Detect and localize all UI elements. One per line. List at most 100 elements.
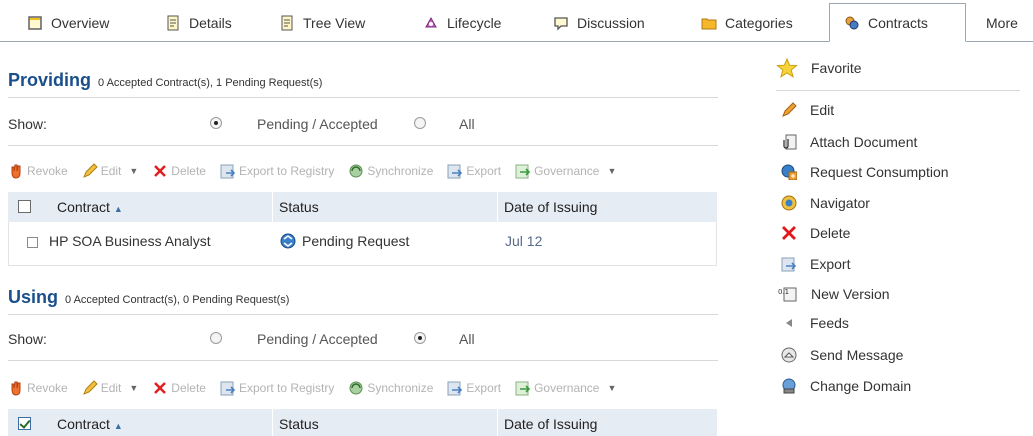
action-label: Navigator bbox=[810, 195, 870, 211]
tab-overview[interactable]: Overview bbox=[27, 4, 109, 41]
tree-view-icon bbox=[279, 15, 295, 31]
delete-x-icon bbox=[152, 163, 168, 179]
action-new-version[interactable]: 0.1 New Version bbox=[778, 286, 890, 302]
providing-toolbar: Revoke Edit ▼ Delete Export to Registry … bbox=[8, 158, 630, 184]
caret-down-icon: ▼ bbox=[607, 166, 617, 176]
export-to-registry-icon bbox=[220, 380, 236, 396]
tab-label: Details bbox=[189, 14, 232, 31]
toolbar-label: Edit bbox=[100, 381, 122, 395]
select-all-checkbox[interactable] bbox=[18, 200, 31, 213]
synchronize-button[interactable]: Synchronize bbox=[348, 163, 433, 179]
action-navigator[interactable]: Navigator bbox=[781, 195, 870, 211]
change-domain-icon bbox=[781, 378, 797, 394]
divider bbox=[8, 314, 718, 315]
radio-all[interactable] bbox=[414, 117, 426, 129]
tab-label: More bbox=[986, 14, 1018, 31]
export-to-registry-button[interactable]: Export to Registry bbox=[220, 380, 334, 396]
action-favorite[interactable]: Favorite bbox=[776, 57, 862, 78]
action-feeds[interactable]: Feeds bbox=[781, 315, 849, 331]
tab-lifecycle[interactable]: Lifecycle bbox=[423, 4, 501, 41]
sort-ascending-icon: ▲ bbox=[113, 421, 123, 431]
governance-icon bbox=[515, 163, 531, 179]
section-title: Using bbox=[8, 287, 59, 307]
column-date-of-issuing[interactable]: Date of Issuing bbox=[504, 416, 597, 432]
column-contract[interactable]: Contract ▲ bbox=[57, 416, 123, 432]
synchronize-button[interactable]: Synchronize bbox=[348, 380, 433, 396]
export-to-registry-icon bbox=[220, 163, 236, 179]
action-change-domain[interactable]: Change Domain bbox=[781, 378, 911, 394]
toolbar-label: Export to Registry bbox=[238, 381, 335, 395]
delete-button[interactable]: Delete bbox=[152, 380, 206, 396]
action-delete[interactable]: Delete bbox=[781, 225, 850, 241]
svg-text:0.1: 0.1 bbox=[778, 288, 789, 296]
toolbar-label: Revoke bbox=[27, 381, 68, 395]
date-cell: Jul 12 bbox=[505, 233, 543, 249]
column-status[interactable]: Status bbox=[279, 199, 319, 215]
revoke-button[interactable]: Revoke bbox=[8, 163, 68, 179]
revoke-button[interactable]: Revoke bbox=[8, 380, 68, 396]
export-button[interactable]: Export bbox=[447, 380, 501, 396]
option-all-label: All bbox=[459, 116, 475, 132]
radio-all[interactable] bbox=[414, 332, 426, 344]
column-separator bbox=[272, 409, 273, 436]
edit-dropdown-button[interactable]: Edit ▼ bbox=[82, 163, 139, 179]
toolbar-label: Governance bbox=[534, 381, 600, 395]
pencil-icon bbox=[781, 102, 797, 118]
divider bbox=[776, 90, 1020, 91]
toolbar-label: Governance bbox=[534, 164, 600, 178]
radio-pending-accepted[interactable] bbox=[210, 332, 222, 344]
edit-dropdown-button[interactable]: Edit ▼ bbox=[82, 380, 139, 396]
governance-dropdown-button[interactable]: Governance ▼ bbox=[515, 163, 616, 179]
tab-more[interactable]: More bbox=[986, 4, 1018, 41]
feeds-icon bbox=[781, 315, 797, 331]
radio-pending-accepted[interactable] bbox=[210, 117, 222, 129]
action-label: Delete bbox=[810, 225, 851, 241]
toolbar-label: Synchronize bbox=[367, 381, 434, 395]
request-consumption-icon bbox=[781, 164, 798, 181]
pencil-icon bbox=[82, 380, 98, 396]
action-export[interactable]: Export bbox=[781, 256, 850, 272]
governance-dropdown-button[interactable]: Governance ▼ bbox=[515, 380, 616, 396]
column-separator bbox=[497, 409, 498, 436]
export-to-registry-button[interactable]: Export to Registry bbox=[220, 163, 334, 179]
sort-ascending-icon: ▲ bbox=[113, 204, 123, 214]
action-request-consumption[interactable]: Request Consumption bbox=[781, 164, 949, 181]
export-button[interactable]: Export bbox=[447, 163, 501, 179]
action-label: Export bbox=[810, 256, 851, 272]
table-row[interactable]: HP SOA Business Analyst Pending Request … bbox=[8, 222, 717, 266]
column-contract[interactable]: Contract ▲ bbox=[57, 199, 123, 215]
column-status[interactable]: Status bbox=[279, 416, 319, 432]
delete-button[interactable]: Delete bbox=[152, 163, 206, 179]
action-attach-document[interactable]: Attach Document bbox=[781, 134, 917, 150]
toolbar-label: Revoke bbox=[27, 164, 68, 178]
caret-down-icon: ▼ bbox=[129, 383, 139, 393]
column-date-of-issuing[interactable]: Date of Issuing bbox=[504, 199, 597, 215]
synchronize-icon bbox=[348, 163, 364, 179]
select-all-checkbox[interactable] bbox=[18, 417, 31, 430]
providing-show-filter: Show: Pending / Accepted All bbox=[8, 112, 718, 138]
action-send-message[interactable]: Send Message bbox=[781, 347, 903, 363]
caret-down-icon: ▼ bbox=[129, 166, 139, 176]
tab-contracts[interactable]: Contracts bbox=[829, 3, 966, 42]
hand-icon bbox=[8, 163, 24, 179]
toolbar-label: Synchronize bbox=[367, 164, 434, 178]
section-summary: 0 Accepted Contract(s), 0 Pending Reques… bbox=[65, 294, 290, 306]
tab-tree-view[interactable]: Tree View bbox=[279, 4, 365, 41]
pending-request-icon bbox=[280, 233, 296, 249]
action-label: Favorite bbox=[811, 60, 862, 76]
row-checkbox[interactable] bbox=[27, 237, 38, 248]
tab-categories[interactable]: Categories bbox=[701, 4, 793, 41]
status-cell: Pending Request bbox=[280, 233, 409, 249]
action-label: Attach Document bbox=[810, 134, 918, 150]
tab-label: Tree View bbox=[303, 14, 366, 31]
toolbar-label: Export bbox=[466, 381, 502, 395]
divider bbox=[8, 97, 718, 98]
toolbar-label: Edit bbox=[100, 164, 122, 178]
providing-table-header: Contract ▲ Status Date of Issuing bbox=[8, 192, 717, 222]
tab-details[interactable]: Details bbox=[165, 4, 232, 41]
option-all-label: All bbox=[459, 331, 475, 347]
action-edit[interactable]: Edit bbox=[781, 102, 834, 118]
contract-name[interactable]: HP SOA Business Analyst bbox=[49, 233, 211, 249]
new-version-icon: 0.1 bbox=[778, 286, 798, 302]
tab-discussion[interactable]: Discussion bbox=[553, 4, 645, 41]
